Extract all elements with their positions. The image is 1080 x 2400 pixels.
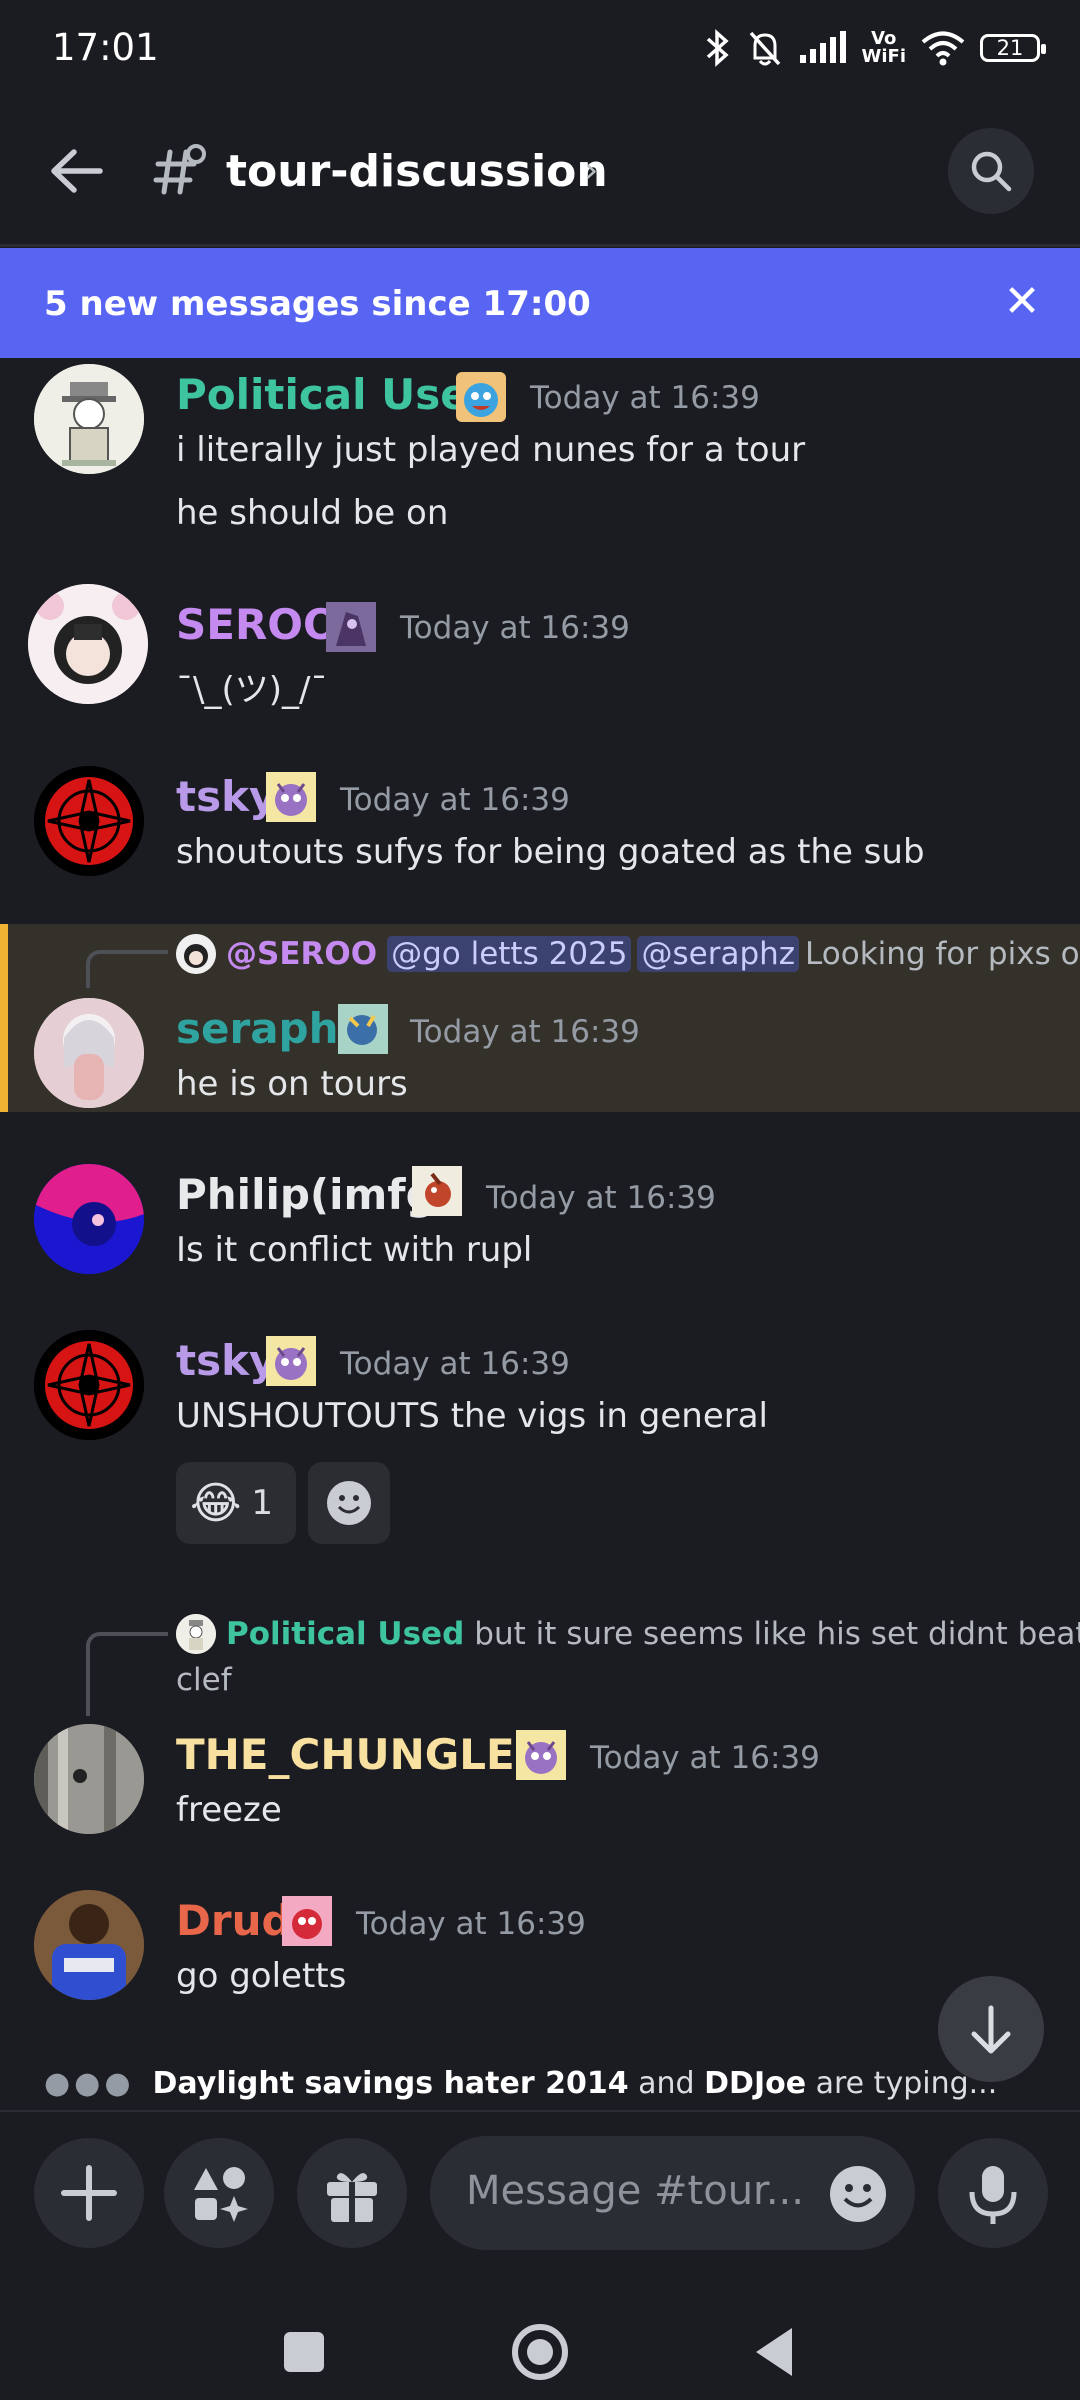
voice-message-button[interactable] bbox=[938, 2138, 1048, 2248]
nav-recents-icon[interactable] bbox=[282, 2330, 326, 2374]
reply-text: Looking for pixs opp bbox=[805, 936, 1080, 972]
role-badge-icon bbox=[266, 1336, 316, 1386]
battery-indicator: 21 bbox=[980, 34, 1046, 62]
chevron-right-icon[interactable]: › bbox=[584, 150, 598, 191]
system-nav-bar bbox=[0, 2280, 1080, 2400]
message-input-placeholder: Message #tour... bbox=[466, 2168, 804, 2214]
search-icon bbox=[971, 151, 1012, 192]
microphone-icon bbox=[969, 2166, 1017, 2224]
message-author[interactable]: Drud bbox=[176, 1896, 292, 1945]
role-badge-icon bbox=[326, 602, 376, 652]
reply-text-continued: clef bbox=[176, 1662, 232, 1698]
channel-title[interactable]: tour-discussion bbox=[226, 146, 608, 197]
avatar[interactable] bbox=[34, 364, 144, 474]
avatar[interactable] bbox=[34, 1330, 144, 1440]
typing-indicator: ●●● Daylight savings hater 2014 and DDJoe… bbox=[44, 2066, 997, 2101]
wifi-icon bbox=[921, 31, 965, 66]
plus-icon bbox=[61, 2165, 117, 2221]
gift-icon bbox=[327, 2173, 377, 2222]
reply-author[interactable]: @SEROO bbox=[226, 936, 377, 972]
message-timestamp: Today at 16:39 bbox=[530, 380, 760, 416]
message-author[interactable]: tsky bbox=[176, 772, 276, 821]
apps-button[interactable] bbox=[164, 2138, 274, 2248]
message-timestamp: Today at 16:39 bbox=[590, 1740, 820, 1776]
vowifi-line2: WiFi bbox=[861, 46, 907, 67]
message-text: go goletts bbox=[176, 1956, 347, 1996]
back-arrow-icon bbox=[51, 149, 103, 193]
avatar[interactable] bbox=[34, 766, 144, 876]
search-button[interactable] bbox=[948, 128, 1034, 214]
reply-text: but it sure seems like his set didnt bea… bbox=[474, 1616, 1080, 1652]
role-badge-icon bbox=[266, 772, 316, 822]
add-reaction-button[interactable] bbox=[308, 1462, 390, 1544]
reply-preview[interactable]: Political Used but it sure seems like hi… bbox=[176, 1614, 1080, 1654]
avatar[interactable] bbox=[34, 1890, 144, 2000]
close-icon[interactable]: ✕ bbox=[1000, 280, 1044, 324]
reply-mention[interactable]: @go letts 2025 bbox=[387, 936, 632, 972]
message-timestamp: Today at 16:39 bbox=[340, 782, 570, 818]
channel-thread-icon bbox=[152, 140, 208, 200]
message-text: he is on tours bbox=[176, 1064, 408, 1104]
message-text: ¯\_(ツ)_/¯ bbox=[176, 670, 328, 710]
status-icons: Vo WiFi 21 bbox=[704, 28, 1046, 68]
message-text: i literally just played nunes for a tour bbox=[176, 430, 806, 470]
typing-user: DDJoe bbox=[704, 2066, 807, 2101]
role-badge-icon bbox=[338, 1004, 388, 1054]
new-messages-text[interactable]: 5 new messages since 17:00 bbox=[44, 284, 591, 324]
reply-connector bbox=[86, 950, 168, 988]
mention-highlight-bar bbox=[0, 924, 8, 1112]
reaction-laugh[interactable]: 😂 1 bbox=[176, 1462, 296, 1544]
role-badge-icon bbox=[516, 1730, 566, 1780]
message-text: Is it conflict with rupl bbox=[176, 1230, 533, 1270]
typing-dots-icon: ●●● bbox=[44, 2066, 135, 2101]
reply-mention[interactable]: @seraphz bbox=[637, 936, 800, 972]
role-badge-icon bbox=[412, 1166, 462, 1216]
reply-preview[interactable]: @SEROO @go letts 2025 @seraphz Looking f… bbox=[176, 934, 1080, 974]
apps-icon bbox=[194, 2167, 248, 2222]
signal-icon bbox=[799, 31, 846, 63]
reaction-count: 1 bbox=[251, 1483, 274, 1523]
gift-button[interactable] bbox=[297, 2138, 407, 2248]
message-input[interactable]: Message #tour... bbox=[430, 2136, 915, 2250]
message-timestamp: Today at 16:39 bbox=[340, 1346, 570, 1382]
reply-avatar bbox=[176, 934, 216, 974]
message-timestamp: Today at 16:39 bbox=[356, 1906, 586, 1942]
message-timestamp: Today at 16:39 bbox=[400, 610, 630, 646]
status-time: 17:01 bbox=[52, 26, 159, 69]
typing-user: Daylight savings hater 2014 bbox=[152, 2066, 629, 2101]
message-text: he should be on bbox=[176, 493, 449, 533]
status-bar: 17:01 Vo WiFi 21 bbox=[0, 0, 1080, 100]
message-timestamp: Today at 16:39 bbox=[410, 1014, 640, 1050]
reply-avatar bbox=[176, 1614, 216, 1654]
message-author[interactable]: THE_CHUNGLER bbox=[176, 1730, 547, 1779]
vowifi-indicator: Vo WiFi bbox=[862, 30, 907, 66]
message-text: shoutouts sufys for being goated as the … bbox=[176, 832, 925, 872]
message-author[interactable]: Political Used bbox=[176, 370, 499, 419]
avatar[interactable] bbox=[28, 584, 148, 704]
message-author[interactable]: seraphz bbox=[176, 1004, 363, 1053]
typing-joiner: and bbox=[638, 2066, 695, 2101]
avatar[interactable] bbox=[34, 998, 144, 1108]
typing-suffix: are typing... bbox=[815, 2066, 998, 2101]
avatar[interactable] bbox=[34, 1724, 144, 1834]
avatar[interactable] bbox=[34, 1164, 144, 1274]
message-author[interactable]: SEROO bbox=[176, 600, 339, 649]
message-text: UNSHOUTOUTS the vigs in general bbox=[176, 1396, 768, 1436]
reaction-emoji: 😂 bbox=[190, 1477, 242, 1529]
bluetooth-icon bbox=[706, 29, 729, 67]
message-text: freeze bbox=[176, 1790, 282, 1830]
nav-home-icon[interactable] bbox=[510, 2322, 570, 2382]
reply-author[interactable]: Political Used bbox=[226, 1616, 464, 1652]
role-badge-icon bbox=[282, 1896, 332, 1946]
reply-connector bbox=[86, 1632, 168, 1716]
message-timestamp: Today at 16:39 bbox=[486, 1180, 716, 1216]
nav-back-icon[interactable] bbox=[752, 2326, 796, 2378]
back-button[interactable] bbox=[48, 146, 108, 196]
emoji-icon[interactable] bbox=[828, 2164, 888, 2224]
role-badge-icon bbox=[456, 372, 506, 422]
bell-off-icon bbox=[749, 31, 780, 66]
add-attachment-button[interactable] bbox=[34, 2138, 144, 2248]
add-reaction-icon bbox=[327, 1481, 371, 1525]
message-author[interactable]: tsky bbox=[176, 1336, 276, 1385]
